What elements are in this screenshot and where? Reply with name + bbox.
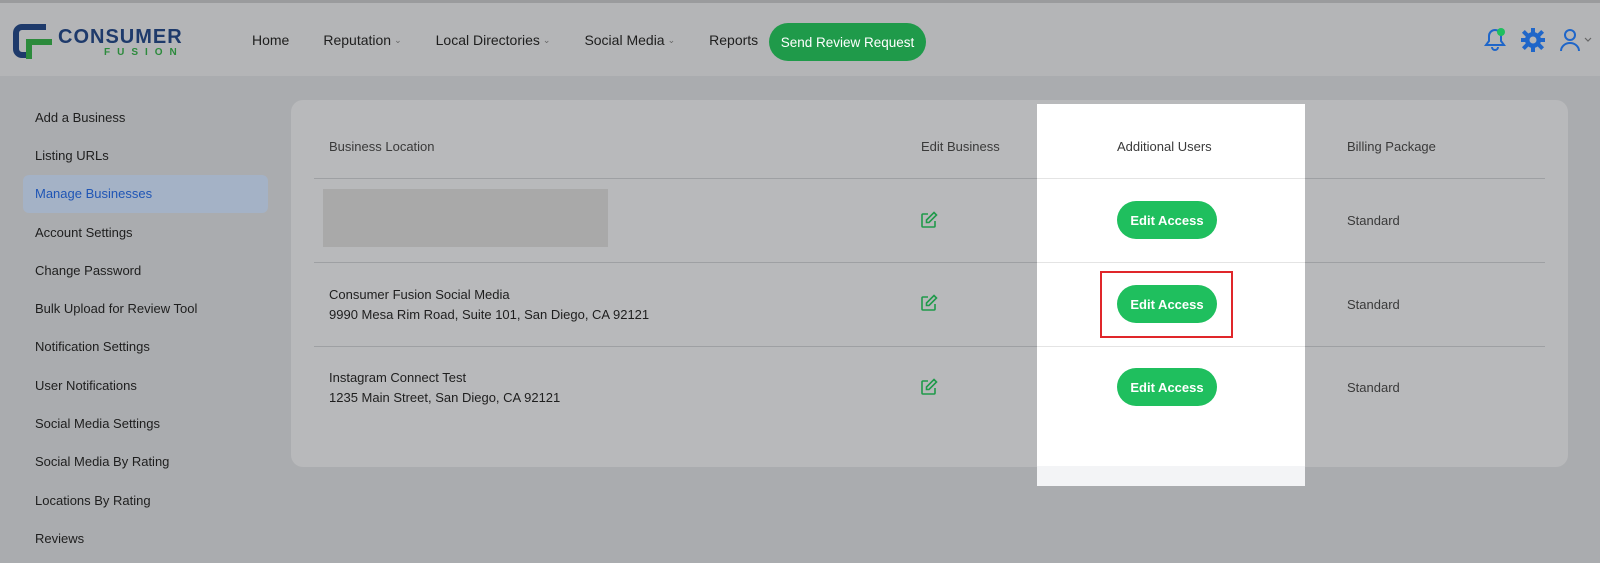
business-name: Consumer Fusion Social Media xyxy=(329,287,510,302)
edit-access-button[interactable]: Edit Access xyxy=(1117,368,1217,406)
header-business-location: Business Location xyxy=(329,139,435,154)
header-additional-users: Additional Users xyxy=(1117,139,1212,154)
businesses-card xyxy=(291,100,1568,467)
top-navbar: CONSUMER FUSION Home Reputation ⌄ Local D… xyxy=(0,0,1600,76)
nav-reputation-label: Reputation xyxy=(323,32,392,48)
chevron-down-icon: ⌄ xyxy=(667,34,676,45)
bell-icon[interactable] xyxy=(1482,27,1508,53)
sidebar: Add a Business Listing URLs Manage Busin… xyxy=(23,98,268,558)
nav-reports-label: Reports xyxy=(709,32,759,48)
sidebar-item-label: Account Settings xyxy=(35,224,133,240)
consumer-fusion-logo[interactable]: CONSUMER FUSION xyxy=(12,23,212,63)
sidebar-item-label: Add a Business xyxy=(35,109,126,125)
table-divider xyxy=(314,178,1545,179)
sidebar-item-listing-urls[interactable]: Listing URLs xyxy=(23,136,268,174)
sidebar-item-bulk-upload[interactable]: Bulk Upload for Review Tool xyxy=(23,289,268,327)
chevron-down-icon: ⌄ xyxy=(394,34,402,45)
sidebar-item-social-media-settings[interactable]: Social Media Settings xyxy=(23,404,268,442)
edit-business-icon[interactable] xyxy=(920,211,938,229)
main-nav: Home Reputation ⌄ Local Directories ⌄ Soci… xyxy=(252,32,792,48)
nav-reputation[interactable]: Reputation ⌄ xyxy=(323,32,401,48)
sidebar-item-label: Social Media Settings xyxy=(35,416,161,432)
sidebar-item-label: Listing URLs xyxy=(35,147,109,163)
redacted-business-location xyxy=(323,189,608,247)
logo-subtext: FUSION xyxy=(104,47,184,58)
highlight-column-bottom xyxy=(1037,466,1305,486)
top-icons xyxy=(1470,27,1592,53)
nav-home[interactable]: Home xyxy=(252,32,289,48)
sidebar-item-label: Reviews xyxy=(35,530,85,546)
logo-mark-icon xyxy=(13,24,52,59)
sidebar-item-reviews[interactable]: Reviews xyxy=(23,519,268,557)
nav-home-label: Home xyxy=(252,32,290,48)
edit-business-icon[interactable] xyxy=(920,294,938,312)
billing-package-value: Standard xyxy=(1347,380,1400,395)
user-icon[interactable] xyxy=(1558,27,1592,53)
nav-social-media-label: Social Media xyxy=(584,32,665,48)
sidebar-item-user-notifications[interactable]: User Notifications xyxy=(23,366,268,404)
table-divider xyxy=(1037,178,1305,179)
table-divider xyxy=(1037,346,1305,347)
sidebar-item-label: Change Password xyxy=(35,262,142,278)
table-divider xyxy=(314,262,1545,263)
sidebar-item-label: Bulk Upload for Review Tool xyxy=(35,301,198,317)
business-name: Instagram Connect Test xyxy=(329,370,467,385)
sidebar-item-account-settings[interactable]: Account Settings xyxy=(23,213,268,251)
sidebar-item-social-media-by-rating[interactable]: Social Media By Rating xyxy=(23,443,268,481)
nav-local-directories[interactable]: Local Directories ⌄ xyxy=(436,32,551,48)
business-address: 1235 Main Street, San Diego, CA 92121 xyxy=(329,390,561,405)
sidebar-item-manage-businesses[interactable]: Manage Businesses xyxy=(23,174,268,213)
chevron-down-icon: ⌄ xyxy=(542,34,551,45)
edit-business-icon[interactable] xyxy=(920,378,938,396)
sidebar-item-label: User Notifications xyxy=(35,377,137,393)
edit-access-button[interactable]: Edit Access xyxy=(1117,285,1217,323)
send-review-request-button[interactable]: Send Review Request xyxy=(769,23,926,61)
table-divider xyxy=(314,346,1545,347)
billing-package-value: Standard xyxy=(1347,297,1400,312)
billing-package-value: Standard xyxy=(1347,213,1400,228)
sidebar-item-label: Notification Settings xyxy=(35,339,150,355)
nav-reports[interactable]: Reports xyxy=(709,32,758,48)
sidebar-item-label: Manage Businesses xyxy=(35,186,153,202)
sidebar-item-locations-by-rating[interactable]: Locations By Rating xyxy=(23,481,268,519)
sidebar-item-add-business[interactable]: Add a Business xyxy=(23,98,268,136)
business-address: 9990 Mesa Rim Road, Suite 101, San Diego… xyxy=(329,307,650,322)
sidebar-item-label: Social Media By Rating xyxy=(35,454,170,470)
nav-social-media[interactable]: Social Media ⌄ xyxy=(584,32,675,48)
header-billing-package: Billing Package xyxy=(1347,139,1436,154)
header-edit-business: Edit Business xyxy=(921,139,1000,154)
sidebar-item-label: Locations By Rating xyxy=(35,492,151,508)
logo-text: CONSUMER xyxy=(58,26,183,48)
gear-icon[interactable] xyxy=(1520,27,1546,53)
sidebar-item-notification-settings[interactable]: Notification Settings xyxy=(23,328,268,366)
sidebar-item-change-password[interactable]: Change Password xyxy=(23,251,268,289)
table-divider xyxy=(1037,262,1305,263)
nav-local-directories-label: Local Directories xyxy=(435,32,540,48)
edit-access-button[interactable]: Edit Access xyxy=(1117,201,1217,239)
